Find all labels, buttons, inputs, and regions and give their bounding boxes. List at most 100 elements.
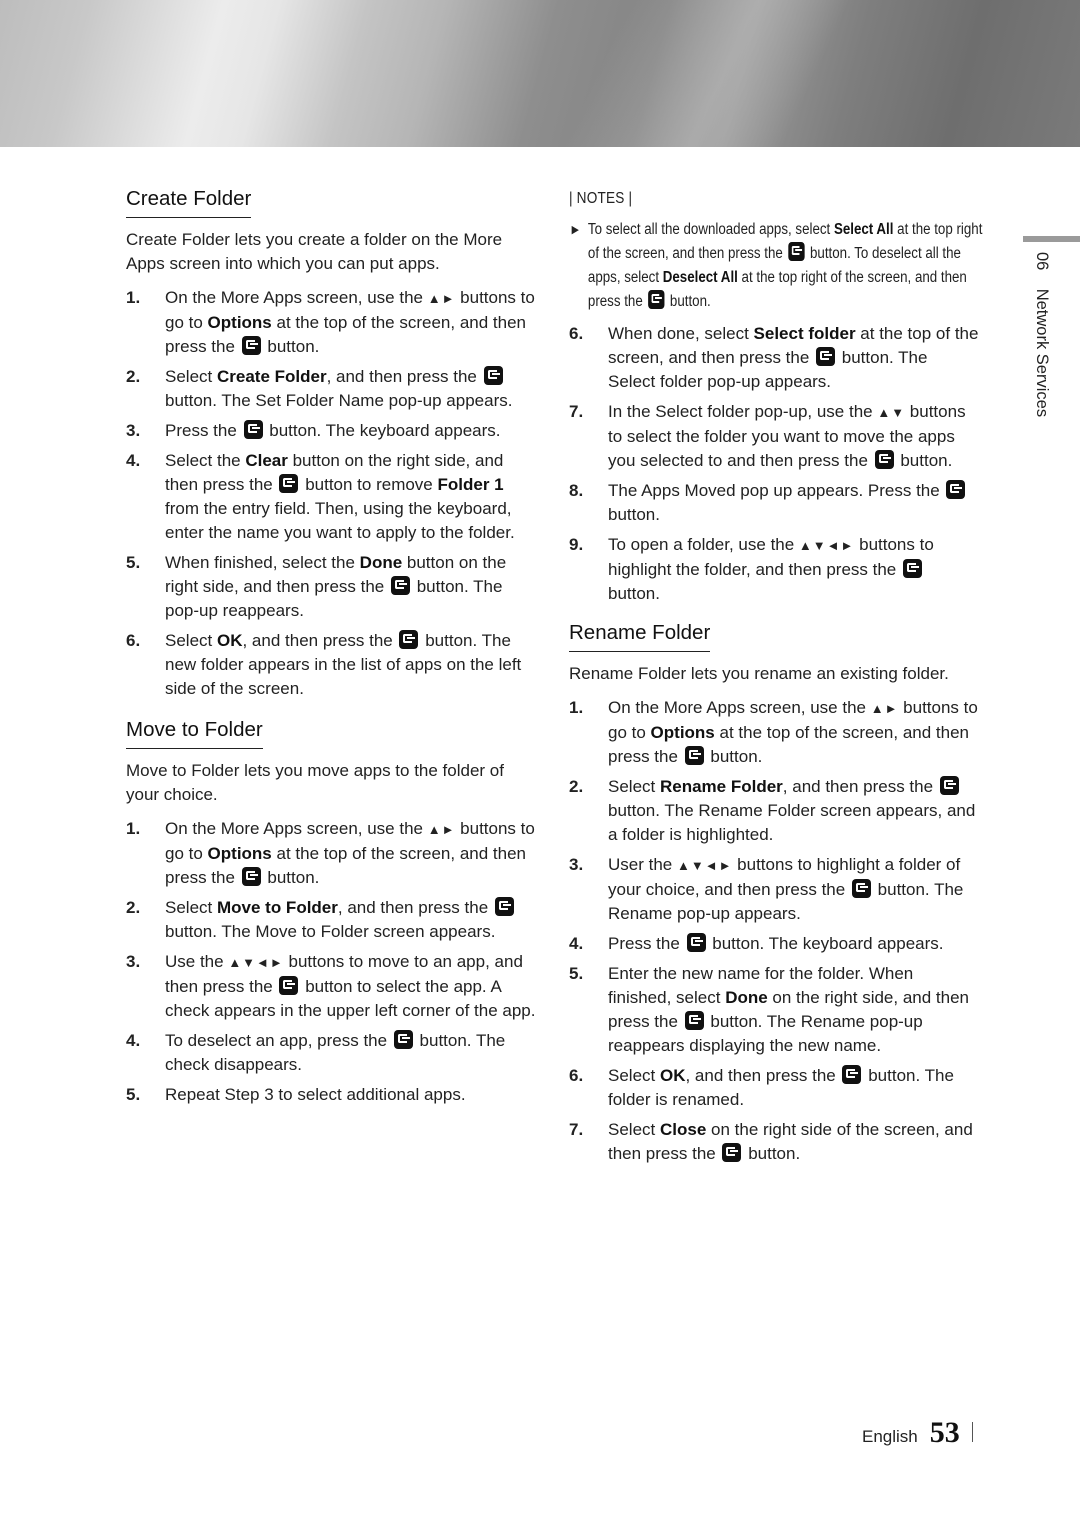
page-footer: English 53 bbox=[862, 1416, 973, 1450]
step-number: 6. bbox=[569, 324, 584, 343]
steps-list: 1. On the More Apps screen, use the ▲► bu… bbox=[569, 696, 979, 1166]
section-heading: Create Folder bbox=[126, 186, 252, 218]
rename-folder-section: Rename Folder Rename Folder lets you ren… bbox=[569, 620, 979, 1166]
enter-button-icon bbox=[842, 1065, 862, 1084]
enter-button-icon bbox=[816, 347, 836, 366]
step-number: 1. bbox=[126, 819, 141, 838]
enter-button-icon bbox=[648, 290, 665, 309]
step-item: 6. When done, select Select folder at the… bbox=[569, 324, 979, 391]
step-item: 1. On the More Apps screen, use the ▲► bu… bbox=[569, 698, 978, 766]
create-folder-section: Create Folder Create Folder lets you cre… bbox=[126, 186, 536, 701]
bold-ui-term: Move to Folder bbox=[216, 898, 338, 917]
enter-button-icon bbox=[684, 746, 704, 765]
direction-arrows-icon: ▲▼◄► bbox=[676, 858, 733, 873]
step-item: 9. To open a folder, use the ▲▼◄► buttons… bbox=[569, 535, 934, 603]
left-column: Create Folder Create Folder lets you cre… bbox=[126, 186, 536, 1117]
steps-list: 1. On the More Apps screen, use the ▲► bu… bbox=[126, 286, 536, 701]
enter-button-icon bbox=[946, 480, 966, 499]
enter-button-icon bbox=[390, 576, 410, 595]
step-number: 2. bbox=[569, 777, 584, 796]
step-number: 3. bbox=[126, 952, 141, 971]
step-item: 3. Use the ▲▼◄► buttons to move to an app… bbox=[126, 952, 536, 1020]
enter-button-icon bbox=[722, 1143, 742, 1162]
step-number: 1. bbox=[569, 698, 584, 717]
step-number: 8. bbox=[569, 481, 584, 500]
direction-arrows-icon: ▲▼ bbox=[877, 405, 906, 420]
section-heading: Rename Folder bbox=[569, 620, 711, 652]
bold-ui-term: OK bbox=[216, 631, 243, 650]
enter-button-icon bbox=[279, 976, 299, 995]
right-column: | NOTES | ▶ To select all the downloaded … bbox=[569, 186, 983, 1176]
section-heading: Move to Folder bbox=[126, 717, 263, 749]
section-intro: Create Folder lets you create a folder o… bbox=[126, 230, 503, 273]
step-number: 9. bbox=[569, 535, 584, 554]
direction-arrows-icon: ▲▼◄► bbox=[798, 538, 855, 553]
header-banner bbox=[0, 0, 1080, 147]
enter-button-icon bbox=[399, 630, 419, 649]
bold-ui-term: Select All bbox=[833, 221, 894, 238]
notes-list: ▶ To select all the downloaded apps, sele… bbox=[569, 218, 983, 314]
enter-button-icon bbox=[241, 867, 261, 886]
bold-ui-term: Select folder bbox=[753, 324, 856, 343]
step-item: 5. Repeat Step 3 to select additional app… bbox=[126, 1083, 536, 1107]
enter-button-icon bbox=[939, 776, 959, 795]
step-number: 7. bbox=[569, 1120, 584, 1139]
move-to-folder-continued: 6. When done, select Select folder at the… bbox=[569, 322, 979, 606]
footer-divider bbox=[971, 1422, 973, 1442]
notes-box: | NOTES | ▶ To select all the downloaded … bbox=[569, 190, 983, 314]
direction-arrows-icon: ▲► bbox=[427, 291, 456, 306]
step-item: 2. Select Rename Folder, and then press t… bbox=[569, 776, 976, 844]
step-item: 2. Select Create Folder, and then press t… bbox=[126, 366, 513, 410]
step-item: 6. Select OK, and then press the button. … bbox=[126, 630, 522, 698]
step-number: 3. bbox=[126, 421, 141, 440]
bold-ui-term: Options bbox=[207, 313, 272, 332]
step-number: 5. bbox=[126, 553, 141, 572]
step-item: 8. The Apps Moved pop up appears. Press t… bbox=[569, 479, 979, 527]
step-number: 7. bbox=[569, 402, 584, 421]
step-item: 4. Select the Clear button on the right s… bbox=[126, 451, 515, 542]
step-item: 6. Select OK, and then press the button. … bbox=[569, 1065, 954, 1109]
steps-list: 6. When done, select Select folder at the… bbox=[569, 322, 979, 606]
bold-ui-term: OK bbox=[659, 1066, 686, 1085]
note-item: ▶ To select all the downloaded apps, sele… bbox=[569, 218, 992, 314]
step-item: 4. To deselect an app, press the button. … bbox=[126, 1030, 506, 1074]
enter-button-icon bbox=[393, 1030, 413, 1049]
enter-button-icon bbox=[874, 450, 894, 469]
bold-ui-term: Done bbox=[359, 553, 403, 572]
notes-title: | NOTES | bbox=[569, 190, 633, 207]
bold-ui-term: Rename Folder bbox=[659, 777, 783, 796]
bold-ui-term: Options bbox=[650, 723, 715, 742]
step-number: 2. bbox=[126, 898, 141, 917]
step-number: 3. bbox=[569, 855, 584, 874]
step-number: 4. bbox=[569, 934, 584, 953]
enter-button-icon bbox=[788, 242, 805, 261]
enter-button-icon bbox=[483, 366, 503, 385]
step-number: 4. bbox=[126, 1031, 141, 1050]
direction-arrows-icon: ▲► bbox=[427, 822, 456, 837]
enter-button-icon bbox=[851, 879, 871, 898]
enter-button-icon bbox=[279, 474, 299, 493]
direction-arrows-icon: ▲► bbox=[870, 701, 899, 716]
step-number: 2. bbox=[126, 367, 141, 386]
step-item: 5. When finished, select the Done button … bbox=[126, 553, 507, 620]
enter-button-icon bbox=[494, 897, 514, 916]
step-item: 7. Select Close on the right side of the … bbox=[569, 1120, 973, 1163]
steps-list: 1. On the More Apps screen, use the ▲► bu… bbox=[126, 817, 536, 1107]
step-number: 5. bbox=[126, 1085, 141, 1104]
step-item: 3. Press the button. The keyboard appears… bbox=[126, 419, 536, 443]
enter-button-icon bbox=[686, 933, 706, 952]
step-number: 4. bbox=[126, 451, 141, 470]
step-number: 6. bbox=[126, 631, 141, 650]
enter-button-icon bbox=[241, 336, 261, 355]
step-item: 1. On the More Apps screen, use the ▲► bu… bbox=[126, 288, 535, 356]
direction-arrows-icon: ▲▼◄► bbox=[228, 955, 284, 970]
bold-ui-term: Deselect All bbox=[662, 269, 738, 286]
step-item: 5. Enter the new name for the folder. Whe… bbox=[569, 964, 969, 1055]
page-number: 53 bbox=[929, 1416, 960, 1449]
chapter-tab-marker bbox=[1023, 236, 1080, 242]
chapter-number: 06 bbox=[1033, 252, 1051, 271]
chapter-label: 06 Network Services bbox=[1032, 252, 1051, 417]
step-item: 4. Press the button. The keyboard appears… bbox=[569, 932, 979, 956]
step-item: 3. User the ▲▼◄► buttons to highlight a f… bbox=[569, 855, 964, 923]
step-number: 1. bbox=[126, 288, 141, 307]
